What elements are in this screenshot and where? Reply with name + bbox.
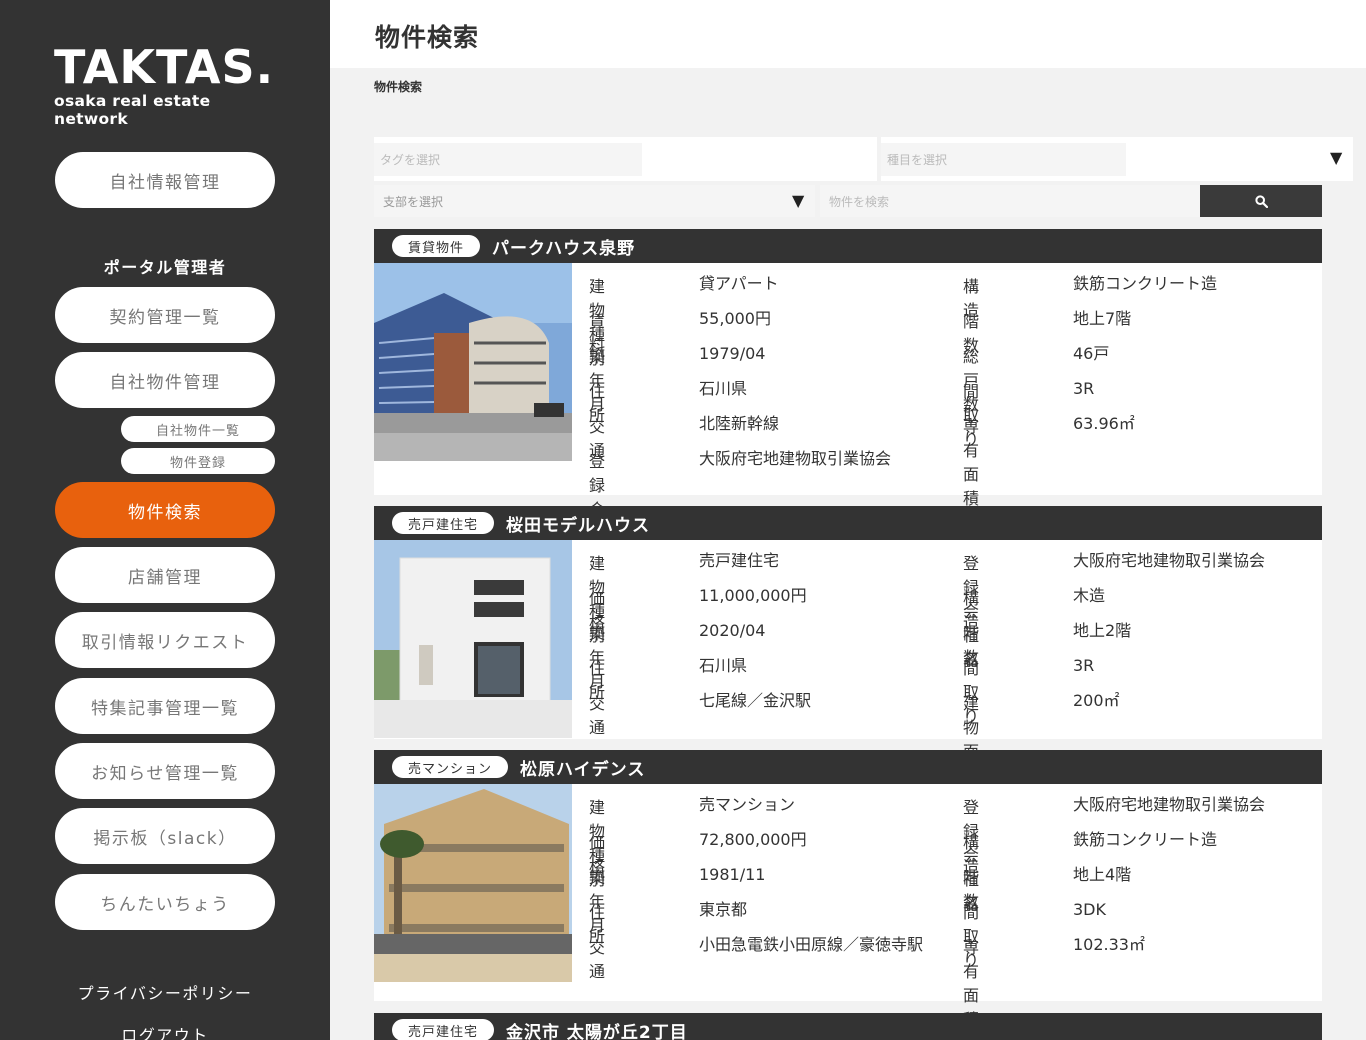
tag-select-input[interactable]: タグを選択: [374, 143, 642, 176]
sidebar-section-heading: ポータル管理者: [103, 258, 227, 277]
page-header: 物件検索: [330, 0, 1366, 68]
property-photo[interactable]: [374, 784, 572, 982]
property-photo[interactable]: [374, 263, 572, 461]
property-card[interactable]: 売マンション 松原ハイデンス 建物種別 売マンション 価格 72,800,000円 …: [374, 750, 1322, 1029]
property-type-badge: 売戸建住宅: [392, 1019, 495, 1040]
property-card[interactable]: 賃貸物件 パークハウス泉野 建物種別 貸アパート 賃料 55,000円 築年月 197…: [374, 229, 1322, 567]
branch-select[interactable]: 支部を選択 ▼: [374, 185, 815, 217]
chevron-down-icon: ▼: [1330, 148, 1343, 167]
category-select[interactable]: 種目を選択 ▼: [881, 137, 1353, 181]
privacy-policy-link[interactable]: プライバシーポリシー: [55, 980, 275, 1004]
sidebar-item-contract-list[interactable]: 契約管理一覧: [55, 287, 275, 343]
property-title[interactable]: 松原ハイデンス: [520, 755, 645, 780]
property-photo[interactable]: [374, 540, 572, 738]
property-type-badge: 売マンション: [392, 756, 509, 778]
sidebar-item-feature-articles[interactable]: 特集記事管理一覧: [55, 678, 275, 734]
sidebar-item-trade-request[interactable]: 取引情報リクエスト: [55, 612, 275, 668]
property-title[interactable]: 金沢市 太陽が丘2丁目: [506, 1018, 688, 1040]
sidebar-item-property-mgmt[interactable]: 自社物件管理: [55, 352, 275, 408]
sidebar-item-store-mgmt[interactable]: 店舗管理: [55, 547, 275, 603]
property-card-header: 売マンション 松原ハイデンス: [374, 750, 1322, 784]
property-card-header: 売戸建住宅 金沢市 太陽が丘2丁目: [374, 1013, 1322, 1040]
sidebar: TAKTAS. osaka real estate network 自社情報管理…: [0, 0, 330, 1040]
search-icon: [1254, 194, 1268, 208]
property-card[interactable]: 売戸建住宅 桜田モデルハウス 建物種別 売戸建住宅 価格 11,000,000円 築…: [374, 506, 1322, 785]
property-title[interactable]: パークハウス泉野: [492, 234, 635, 259]
sidebar-item-property-search[interactable]: 物件検索: [55, 482, 275, 538]
sidebar-item-notices[interactable]: お知らせ管理一覧: [55, 743, 275, 799]
property-title[interactable]: 桜田モデルハウス: [506, 511, 650, 536]
sidebar-subitem-property-list[interactable]: 自社物件一覧: [121, 416, 275, 442]
sidebar-item-company-info[interactable]: 自社情報管理: [55, 152, 275, 208]
search-input[interactable]: 物件を検索: [820, 185, 1200, 217]
breadcrumb: 物件検索: [374, 80, 423, 94]
page-title: 物件検索: [375, 23, 480, 52]
property-card-header: 賃貸物件 パークハウス泉野: [374, 229, 1322, 263]
property-type-badge: 売戸建住宅: [392, 512, 495, 534]
search-field[interactable]: 物件を検索: [820, 185, 1200, 217]
property-card-header: 売戸建住宅 桜田モデルハウス: [374, 506, 1322, 540]
logout-link[interactable]: ログアウト: [55, 1022, 275, 1040]
property-card[interactable]: 売戸建住宅 金沢市 太陽が丘2丁目: [374, 1013, 1322, 1040]
logo[interactable]: TAKTAS. osaka real estate network: [54, 42, 276, 128]
tag-select[interactable]: タグを選択: [374, 137, 877, 181]
logo-wordmark: TAKTAS.: [54, 40, 275, 94]
property-type-badge: 賃貸物件: [392, 235, 481, 257]
logo-tagline: osaka real estate network: [54, 92, 211, 128]
sidebar-item-board[interactable]: 掲示板（slack）: [55, 808, 275, 864]
category-select-input[interactable]: 種目を選択: [881, 143, 1126, 176]
sidebar-subitem-property-register[interactable]: 物件登録: [121, 448, 275, 474]
chevron-down-icon: ▼: [792, 191, 805, 210]
sidebar-item-chintai[interactable]: ちんたいちょう: [55, 874, 275, 930]
branch-select-input[interactable]: 支部を選択: [374, 185, 815, 217]
search-button[interactable]: [1200, 185, 1322, 217]
